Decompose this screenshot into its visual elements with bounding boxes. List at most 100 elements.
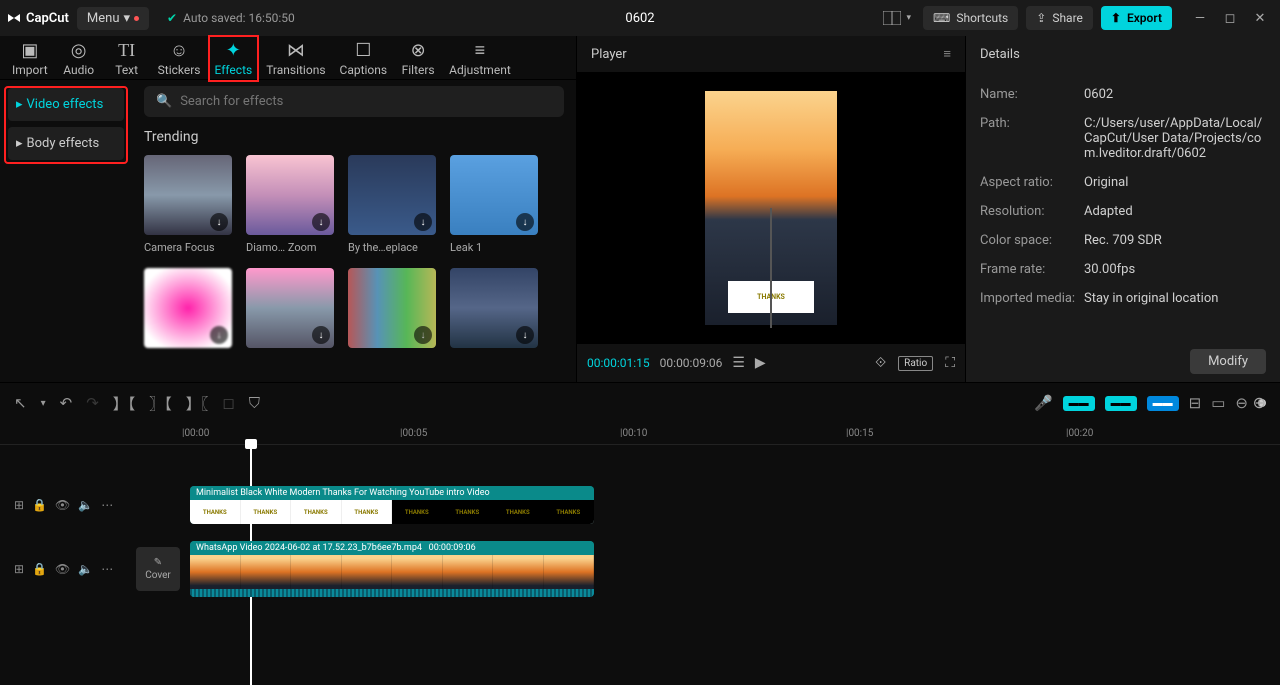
effects-search[interactable]: 🔍	[144, 86, 564, 117]
shortcuts-button[interactable]: ⌨ Shortcuts	[923, 6, 1018, 30]
tab-filters-label: Filters	[402, 63, 435, 77]
clip-title: WhatsApp Video 2024-06-02 at 17.52.23_b7…	[190, 541, 594, 555]
effect-card[interactable]: ↓ Camera Focus	[144, 155, 232, 254]
effect-card[interactable]: ↓	[144, 268, 232, 348]
track-visible-icon[interactable]: 👁	[55, 498, 70, 512]
details-label-framerate: Frame rate:	[980, 262, 1084, 277]
mic-icon[interactable]: 🎤	[1034, 394, 1053, 412]
zoom-in-icon[interactable]: ⊕	[1253, 393, 1266, 412]
preview-icon[interactable]: ▭	[1211, 394, 1225, 412]
ratio-button[interactable]: Ratio	[898, 356, 933, 371]
menu-button[interactable]: Menu ▾	[77, 7, 149, 30]
track-mute-icon[interactable]: 🔈	[78, 562, 93, 576]
redo-button[interactable]: ↷	[86, 394, 99, 412]
freeze-tool[interactable]: ◻	[222, 394, 234, 412]
track-add-icon[interactable]: ⊞	[14, 498, 24, 512]
track-more-icon[interactable]: ⋯	[101, 562, 113, 576]
track-more-icon[interactable]: ⋯	[101, 498, 113, 512]
effects-search-input[interactable]	[180, 94, 552, 109]
timeline-clip-overlay[interactable]: Minimalist Black White Modern Thanks For…	[190, 486, 594, 524]
tab-adjustment[interactable]: ≡ Adjustment	[443, 36, 517, 81]
shield-tool[interactable]: ⛉	[249, 394, 260, 412]
track-visible-icon[interactable]: 👁	[55, 562, 70, 576]
export-button[interactable]: ⬆ Export	[1101, 6, 1172, 30]
player-viewport[interactable]: THANKS	[577, 72, 965, 344]
window-minimize[interactable]: —	[1186, 4, 1214, 32]
download-icon[interactable]: ↓	[516, 213, 534, 231]
effect-card[interactable]: ↓	[348, 268, 436, 348]
download-icon[interactable]: ↓	[312, 326, 330, 344]
effect-card[interactable]: ↓ By the…eplace	[348, 155, 436, 254]
details-value-colorspace: Rec. 709 SDR	[1084, 233, 1266, 248]
timeline-clip-main[interactable]: WhatsApp Video 2024-06-02 at 17.52.23_b7…	[190, 541, 594, 597]
tab-import[interactable]: ▣ Import	[6, 36, 54, 81]
track-lock-icon[interactable]: 🔒	[32, 562, 47, 576]
chevron-down-icon[interactable]: ▾	[41, 398, 46, 409]
undo-button[interactable]: ↶	[60, 394, 73, 412]
list-icon[interactable]: ☰	[732, 355, 745, 371]
download-icon[interactable]: ↓	[210, 213, 228, 231]
download-icon[interactable]: ↓	[312, 213, 330, 231]
tab-captions[interactable]: ☐ Captions	[334, 36, 394, 81]
clip-thumbs: THANKSTHANKSTHANKSTHANKS THANKSTHANKSTHA…	[190, 500, 594, 524]
timeline-tracks[interactable]: ⊞ 🔒 👁 🔈 ⋯ Minimalist Black White Modern …	[0, 445, 1280, 635]
fullscreen-icon[interactable]: ⛶	[945, 355, 955, 371]
tab-stickers-label: Stickers	[158, 63, 201, 77]
clip-duration: 00:00:09:06	[429, 543, 476, 553]
layout-button[interactable]: ▾	[879, 7, 916, 29]
modify-button[interactable]: Modify	[1190, 349, 1266, 374]
effect-card[interactable]: ↓	[246, 268, 334, 348]
split-left-tool[interactable]: 〗【	[149, 393, 172, 414]
tab-audio[interactable]: ◎ Audio	[56, 36, 102, 81]
split-right-tool[interactable]: 】〖	[186, 393, 209, 414]
download-icon[interactable]: ↓	[414, 326, 432, 344]
cover-button[interactable]: ✎ Cover	[136, 547, 180, 591]
pointer-tool[interactable]: ↖	[14, 394, 27, 412]
window-close[interactable]: ✕	[1246, 4, 1274, 32]
download-icon[interactable]: ↓	[210, 326, 228, 344]
share-button[interactable]: ⇪ Share	[1026, 6, 1093, 30]
tab-effects[interactable]: ✦ Effects	[209, 36, 259, 81]
tab-filters[interactable]: ⊗ Filters	[395, 36, 441, 81]
effect-card[interactable]: ↓ Leak 1	[450, 155, 538, 254]
details-label-resolution: Resolution:	[980, 204, 1084, 219]
auto-snap-toggle[interactable]: ▬▬	[1105, 396, 1137, 411]
tab-transitions[interactable]: ⋈ Transitions	[260, 36, 331, 81]
autosave-text: Auto saved: 16:50:50	[183, 11, 295, 25]
sidebar-item-video-effects[interactable]: ▸ Video effects	[8, 88, 124, 121]
align-icon[interactable]: ⊟	[1189, 394, 1202, 412]
ruler-tick: |00:10	[620, 428, 647, 439]
sidebar-item-body-effects[interactable]: ▸ Body effects	[8, 127, 124, 160]
player-controls: 00:00:01:15 00:00:09:06 ☰ ▶ ⟐ Ratio ⛶	[577, 344, 965, 382]
transitions-icon: ⋈	[287, 40, 305, 61]
effect-card[interactable]: ↓	[450, 268, 538, 348]
split-tool[interactable]: 】【	[113, 393, 136, 414]
timeline-toolbar: ↖ ▾ ↶ ↷ 】【 〗【 】〖 ◻ ⛉ 🎤 ▬▬ ▬▬ ▬▬ ⊟ ▭ ⊖	[0, 383, 1280, 423]
link-toggle[interactable]: ▬▬	[1147, 396, 1179, 411]
ruler-tick: |00:05	[400, 428, 427, 439]
ruler-tick: |00:15	[846, 428, 873, 439]
play-button[interactable]: ▶	[755, 355, 766, 371]
export-label: Export	[1127, 11, 1162, 25]
zoom-out-icon[interactable]: ⊖	[1235, 394, 1248, 412]
share-label: Share	[1052, 11, 1083, 25]
track-lock-icon[interactable]: 🔒	[32, 498, 47, 512]
hamburger-icon[interactable]: ≡	[943, 46, 951, 62]
effects-body: ▸ Video effects ▸ Body effects 🔍 Trendin…	[0, 80, 576, 382]
window-maximize[interactable]: ◻	[1216, 4, 1244, 32]
crop-icon[interactable]: ⟐	[875, 355, 886, 371]
download-icon[interactable]: ↓	[516, 326, 534, 344]
effect-thumb: ↓	[348, 268, 436, 348]
effect-card[interactable]: ↓ Diamo… Zoom	[246, 155, 334, 254]
tab-text[interactable]: TI Text	[104, 36, 150, 81]
titlebar-right: ▾ ⌨ Shortcuts ⇪ Share ⬆ Export — ◻ ✕	[879, 4, 1275, 32]
track-add-icon[interactable]: ⊞	[14, 562, 24, 576]
timeline-ruler[interactable]: |00:00 |00:05 |00:10 |00:15 |00:20 ⊕	[0, 423, 1280, 445]
main-area: ▣ Import ◎ Audio TI Text ☺ Stickers ✦ Ef…	[0, 36, 1280, 382]
magnet-track-toggle[interactable]: ▬▬	[1063, 396, 1095, 411]
tab-stickers[interactable]: ☺ Stickers	[152, 36, 207, 81]
effect-name: Camera Focus	[144, 241, 232, 254]
filters-icon: ⊗	[411, 40, 426, 61]
download-icon[interactable]: ↓	[414, 213, 432, 231]
track-mute-icon[interactable]: 🔈	[78, 498, 93, 512]
